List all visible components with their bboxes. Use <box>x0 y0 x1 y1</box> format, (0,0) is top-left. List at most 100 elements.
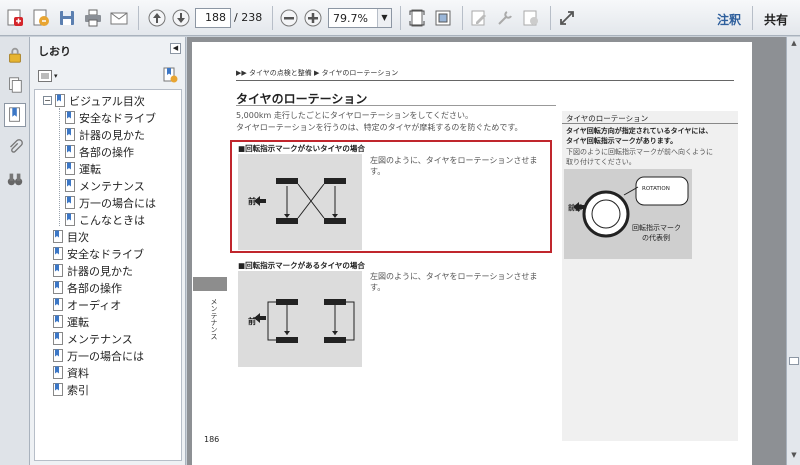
rotation-mark-caption-2: の代表例 <box>642 234 670 242</box>
bookmark-label: メンテナンス <box>79 179 145 193</box>
chapter-tab <box>193 277 227 291</box>
bookmark-icon <box>65 111 75 124</box>
sidebar-text-1: 下図のように回転指示マークが前へ向くように <box>566 148 713 156</box>
bookmark-label: 資料 <box>67 366 89 380</box>
page-total: / 238 <box>234 11 263 24</box>
bookmark-label: 索引 <box>67 383 89 397</box>
bookmark-item[interactable]: 計器の見かた <box>53 262 133 279</box>
bookmark-icon <box>65 145 75 158</box>
bookmark-item[interactable]: 安全なドライブ <box>65 109 156 126</box>
bookmark-item[interactable]: 資料 <box>53 364 89 381</box>
straight-rotation-figure <box>254 299 355 343</box>
bookmark-icon <box>53 349 63 362</box>
main-toolbar: 188 / 238 79.7% ▼ 注釈 共有 <box>0 0 800 36</box>
bookmark-icon <box>65 213 75 226</box>
bookmark-item[interactable]: オーディオ <box>53 296 121 313</box>
chapter-label: メンテナンス <box>210 298 218 340</box>
navigation-rail <box>0 37 30 465</box>
bookmark-icon <box>53 298 63 311</box>
bookmark-item[interactable]: メンテナンス <box>53 330 133 347</box>
bookmark-item[interactable]: 運転 <box>65 160 101 177</box>
options-menu-icon[interactable]: ▾ <box>38 69 60 83</box>
scroll-down-icon[interactable]: ▼ <box>789 451 799 461</box>
intro-line-1: 5,000km 走行したごとにタイヤローテーションをしてください。 <box>236 111 473 120</box>
edit-document-icon[interactable] <box>30 7 52 29</box>
save-icon[interactable] <box>56 7 78 29</box>
previous-page-icon[interactable] <box>146 7 168 29</box>
bookmark-icon <box>53 247 63 260</box>
fit-width-icon[interactable] <box>432 7 454 29</box>
attachments-icon[interactable] <box>4 135 26 159</box>
tire-rotation-mark-figure <box>573 176 689 238</box>
rotation-mark-caption-1: 回転指示マーク <box>632 224 681 232</box>
bookmark-label: 万一の場合には <box>67 349 144 363</box>
bookmark-label: 安全なドライブ <box>67 247 144 261</box>
scroll-thumb[interactable] <box>789 357 799 365</box>
zoom-in-icon[interactable] <box>302 7 324 29</box>
header-rule <box>236 80 734 81</box>
sign-icon[interactable] <box>468 7 490 29</box>
panel-title: しおり <box>38 45 71 58</box>
bookmark-item[interactable]: 目次 <box>53 228 89 245</box>
bookmark-item[interactable]: 索引 <box>53 381 89 398</box>
vertical-scrollbar[interactable]: ▲ ▼ <box>786 37 800 465</box>
collapse-panel-icon[interactable]: ◀ <box>170 43 181 54</box>
bookmark-item[interactable]: 計器の見かた <box>65 126 145 143</box>
create-pdf-icon[interactable] <box>4 7 26 29</box>
bookmark-item[interactable]: 各部の操作 <box>53 279 122 296</box>
lock-icon[interactable] <box>4 43 26 67</box>
cross-rotation-figure <box>254 178 346 224</box>
bookmark-item[interactable]: 万一の場合には <box>53 347 144 364</box>
section-2-text: 左図のように、タイヤをローテーションさせます。 <box>370 272 538 292</box>
bookmark-item[interactable]: 各部の操作 <box>65 143 134 160</box>
scroll-up-icon[interactable]: ▲ <box>789 39 799 49</box>
bookmark-label: 万一の場合には <box>79 196 156 210</box>
bookmark-label: 運転 <box>67 315 89 329</box>
bookmark-label: オーディオ <box>67 298 122 312</box>
info-sidebar: タイヤのローテーション タイヤ回転方向が指定されているタイヤには、 タイヤ回転指… <box>562 111 738 441</box>
bookmark-label: メンテナンス <box>67 332 133 346</box>
search-binoculars-icon[interactable] <box>4 167 26 191</box>
bookmark-item[interactable]: 万一の場合には <box>65 194 156 211</box>
bookmark-icon <box>53 366 63 379</box>
bookmark-item[interactable]: こんなときは <box>65 211 145 228</box>
bookmark-item[interactable]: 安全なドライブ <box>53 245 144 262</box>
bookmarks-panel: しおり ◀ ▾ − ビジュアル目次 安全なドライブ 計器の見かた 各部の操作 運転 メンテナ… <box>30 37 186 465</box>
email-icon[interactable] <box>108 7 130 29</box>
bookmark-icon <box>65 196 75 209</box>
bookmark-icon <box>53 230 63 243</box>
collapse-toggle-icon[interactable]: − <box>43 96 52 105</box>
expand-icon[interactable] <box>556 7 578 29</box>
sidebar-front-label: 前部 <box>568 204 582 212</box>
document-viewport[interactable]: ▶▶ タイヤの点検と整備 ▶ タイヤのローテーション タイヤのローテーション 5… <box>187 37 786 465</box>
sidebar-bold-1: タイヤ回転方向が指定されているタイヤには、 <box>566 127 713 135</box>
print-icon[interactable] <box>82 7 104 29</box>
share-button[interactable]: 共有 <box>764 11 788 28</box>
page-number-input[interactable]: 188 <box>195 8 231 28</box>
zoom-select[interactable]: 79.7% ▼ <box>328 8 392 28</box>
bookmark-item[interactable]: 運転 <box>53 313 89 330</box>
tools-icon[interactable] <box>494 7 516 29</box>
add-bookmark-icon[interactable] <box>162 67 178 86</box>
bookmark-icon <box>65 128 75 141</box>
bookmark-label: 目次 <box>67 230 89 244</box>
bookmark-icon <box>55 94 65 107</box>
chevron-down-icon[interactable]: ▼ <box>377 9 391 27</box>
fit-page-icon[interactable] <box>406 7 428 29</box>
next-page-icon[interactable] <box>170 7 192 29</box>
bookmark-tree: − ビジュアル目次 安全なドライブ 計器の見かた 各部の操作 運転 メンテナンス 万一の場合に… <box>34 89 182 461</box>
bookmark-icon <box>53 332 63 345</box>
comment-button[interactable]: 注釈 <box>717 11 741 28</box>
stamp-icon[interactable] <box>520 7 542 29</box>
pages-icon[interactable] <box>4 73 26 97</box>
section-1-title: ■回転指示マークがないタイヤの場合 <box>238 144 365 153</box>
bookmark-label: 計器の見かた <box>79 128 145 142</box>
bookmark-item[interactable]: メンテナンス <box>65 177 145 194</box>
zoom-out-icon[interactable] <box>278 7 300 29</box>
bookmark-item[interactable]: ビジュアル目次 <box>55 92 145 109</box>
bookmark-label: 安全なドライブ <box>79 111 156 125</box>
sidebar-bold-2: タイヤ回転指示マークがあります。 <box>566 137 678 145</box>
bookmarks-icon[interactable] <box>4 103 26 127</box>
bookmark-label: 各部の操作 <box>79 145 134 159</box>
sidebar-text-2: 取り付けてください。 <box>566 158 636 166</box>
